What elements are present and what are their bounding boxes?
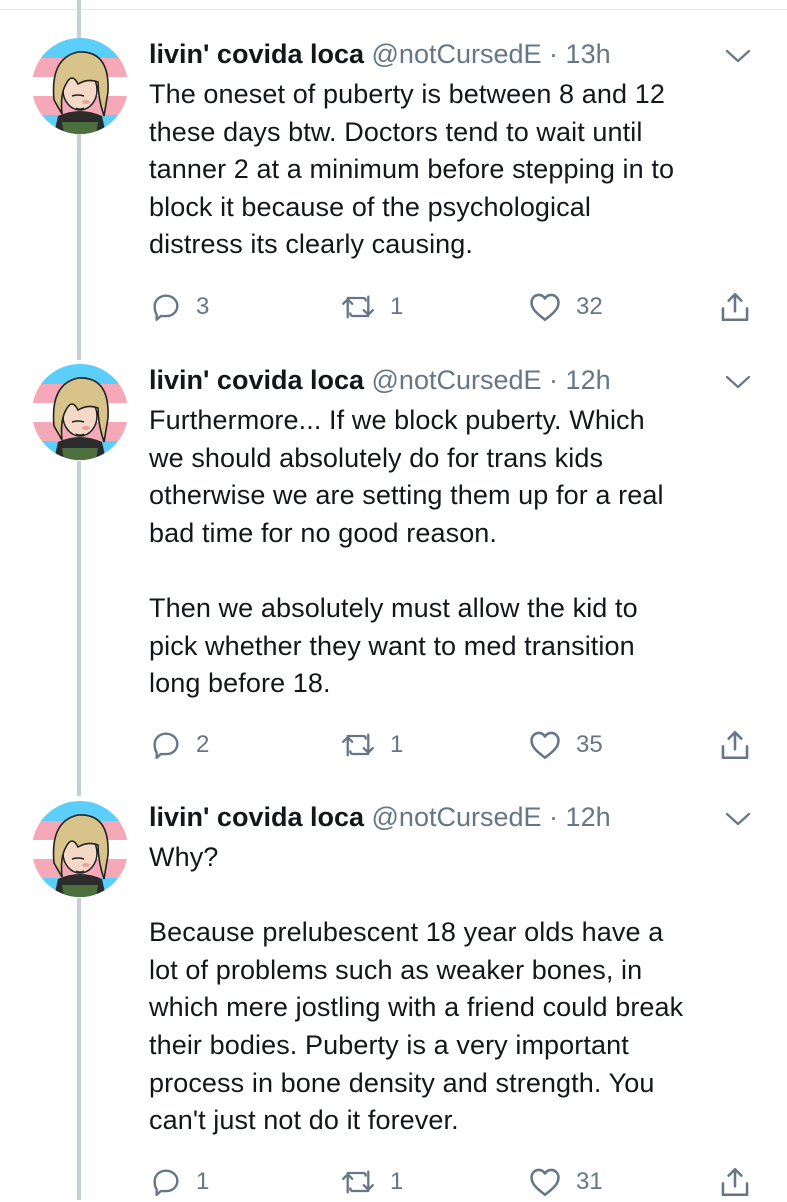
tweet-actions: 2 1 35 [0,725,787,765]
tweet-text: Why? Because prelubescent 18 year olds h… [149,842,684,1136]
tweet[interactable]: livin' covida loca @notCursedE · 13h The… [0,38,787,338]
share-icon [718,1165,752,1199]
tweet-text: The oneset of puberty is between 8 and 1… [149,79,675,260]
top-divider [0,9,787,10]
tweet-header: livin' covida loca @notCursedE · 13h [149,34,747,74]
user-handle[interactable]: @notCursedE [372,39,542,69]
retweet-count: 1 [390,293,404,320]
tweet-actions: 3 1 32 [0,287,787,327]
heart-icon [528,290,562,324]
like-button[interactable]: 31 [528,1162,603,1202]
avatar[interactable] [32,801,128,897]
tweet[interactable]: livin' covida loca @notCursedE · 12h Why… [0,801,787,1200]
tweet[interactable]: livin' covida loca @notCursedE · 12h Fur… [0,364,787,784]
reply-count: 1 [196,1168,210,1195]
reply-icon [150,729,182,761]
separator: · [549,365,559,395]
chevron-down-icon[interactable] [725,811,751,827]
timestamp[interactable]: 13h [566,39,611,69]
user-handle[interactable]: @notCursedE [372,802,542,832]
tweet-header: livin' covida loca @notCursedE · 12h [149,360,747,400]
user-handle[interactable]: @notCursedE [372,365,542,395]
display-name[interactable]: livin' covida loca [149,802,364,832]
reply-icon [150,1166,182,1198]
reply-button[interactable]: 3 [150,287,209,327]
chevron-down-icon[interactable] [725,48,751,64]
retweet-button[interactable]: 1 [340,1162,403,1202]
like-button[interactable]: 35 [528,725,603,765]
display-name[interactable]: livin' covida loca [149,365,364,395]
reply-count: 2 [196,731,210,758]
avatar[interactable] [32,38,128,134]
reply-button[interactable]: 1 [150,1162,209,1202]
retweet-button[interactable]: 1 [340,287,403,327]
tweet-text: Furthermore... If we block puberty. Whic… [149,405,664,699]
reply-button[interactable]: 2 [150,725,209,765]
avatar[interactable] [32,364,128,460]
retweet-count: 1 [390,1168,404,1195]
thread-line [77,0,81,38]
like-button[interactable]: 32 [528,287,603,327]
retweet-icon [340,1166,376,1198]
retweet-count: 1 [390,731,404,758]
tweet-header: livin' covida loca @notCursedE · 12h [149,797,747,837]
heart-icon [528,728,562,762]
share-icon [718,728,752,762]
separator: · [549,802,559,832]
display-name[interactable]: livin' covida loca [149,39,364,69]
share-button[interactable] [718,1162,752,1202]
like-count: 32 [576,293,603,320]
retweet-icon [340,729,376,761]
share-button[interactable] [718,287,752,327]
heart-icon [528,1165,562,1199]
chevron-down-icon[interactable] [725,374,751,390]
timestamp[interactable]: 12h [566,802,611,832]
tweet-actions: 1 1 31 [0,1162,787,1202]
separator: · [549,39,559,69]
timestamp[interactable]: 12h [566,365,611,395]
retweet-button[interactable]: 1 [340,725,403,765]
share-button[interactable] [718,725,752,765]
reply-icon [150,291,182,323]
retweet-icon [340,291,376,323]
like-count: 31 [576,1168,603,1195]
like-count: 35 [576,731,603,758]
reply-count: 3 [196,293,210,320]
share-icon [718,290,752,324]
